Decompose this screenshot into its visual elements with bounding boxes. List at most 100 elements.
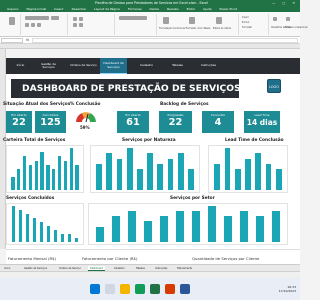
backlog-progressao: Progressão 22	[159, 111, 192, 133]
menu-revisao[interactable]: Revisão	[167, 7, 179, 11]
cell-styles-label: Estilos de Célula	[213, 27, 232, 30]
cond-format-label: Formatação Condicional	[159, 27, 186, 30]
nav-dashboard[interactable]: Dashboard de Serviços	[100, 58, 127, 74]
chart-bar	[111, 216, 121, 242]
chart-bar	[11, 206, 16, 242]
find-select-icon[interactable]	[286, 17, 290, 21]
underline-icon[interactable]	[37, 23, 41, 27]
search-icon[interactable]	[105, 284, 115, 294]
menu-inserir[interactable]: Inserir	[54, 7, 64, 11]
nav-ordens-servico[interactable]: Ordens de Serviço	[70, 58, 97, 74]
chart-bar	[276, 169, 282, 190]
find-select-label: Localizar e Selecionar	[284, 26, 308, 29]
menu-exibir[interactable]: Exibir	[187, 7, 195, 11]
chart-bar	[32, 218, 37, 242]
sort-filter-icon[interactable]	[273, 17, 277, 21]
align-middle-icon[interactable]	[79, 17, 83, 21]
chart-bar	[116, 158, 123, 190]
cells-group: Inserir Excluir Formatar	[241, 14, 269, 35]
nav-inicio-label: Início	[16, 63, 25, 68]
nav-cadastro[interactable]: Cadastro	[133, 58, 160, 74]
menu-desenhar[interactable]: Desenhar	[72, 7, 86, 11]
backlog-concluido-value: 4	[214, 117, 222, 128]
chart-bar	[137, 169, 143, 190]
chart-bar	[46, 226, 51, 242]
menu-layout[interactable]: Layout da Página	[94, 7, 120, 11]
formula-bar: fx	[0, 37, 300, 44]
windows-start-icon[interactable]	[90, 284, 100, 294]
chart-bar	[159, 216, 169, 242]
paste-icon[interactable]	[9, 17, 15, 25]
chart-bar	[25, 214, 30, 242]
situacao-title: Situação Atual dos Serviços	[3, 102, 71, 107]
chart-bar	[239, 211, 249, 242]
italic-icon[interactable]	[31, 23, 35, 27]
format-table-icon[interactable]	[189, 17, 195, 24]
chart-bar	[265, 163, 272, 190]
cell-styles-icon[interactable]	[216, 17, 222, 24]
conclusao-title: % Conclusão	[70, 102, 101, 107]
powerpoint-icon[interactable]	[165, 284, 175, 294]
menu-formulas[interactable]: Fórmulas	[128, 7, 142, 11]
chart-bar	[74, 238, 79, 242]
file-explorer-icon[interactable]	[120, 284, 130, 294]
word-icon[interactable]	[180, 284, 190, 294]
format-cells-label[interactable]: Formatar	[242, 26, 252, 35]
chart-bar	[157, 163, 164, 190]
menu-pagina-inicial[interactable]: Página Inicial	[26, 7, 46, 11]
menu-dados[interactable]: Dados	[150, 7, 159, 11]
carteira-title: Carteira Total de Serviços	[3, 138, 66, 143]
menu-ajuda[interactable]: Ajuda	[203, 7, 212, 11]
chart-bar	[11, 177, 15, 190]
name-box[interactable]	[1, 38, 23, 43]
align-top-icon[interactable]	[73, 17, 77, 21]
font-select[interactable]	[25, 16, 49, 20]
chart-bar	[39, 222, 44, 242]
nav-instrucoes[interactable]: Instruções	[195, 58, 222, 74]
format-table-label: Formatar como Tabela	[186, 27, 211, 30]
align-left-icon[interactable]	[73, 23, 77, 27]
fx-icon[interactable]: fx	[26, 37, 29, 44]
chart-bar	[147, 153, 153, 190]
nav-ordens-label: Ordens de Serviço	[70, 63, 97, 68]
column-headers[interactable]	[0, 44, 300, 49]
number-group	[117, 14, 157, 35]
chart-bar	[60, 234, 65, 242]
chart-bar	[40, 152, 44, 190]
menu-power-pivot[interactable]: Power Pivot	[220, 7, 237, 11]
chart-bar	[223, 216, 233, 242]
nav-tabelas[interactable]: Tabelas	[164, 58, 191, 74]
menu-arquivo[interactable]: Arquivo	[7, 7, 18, 11]
chart-bar	[28, 164, 33, 190]
bold-icon[interactable]	[25, 23, 29, 27]
chart-bar	[67, 234, 72, 242]
card-concluidos-value: 125	[40, 117, 61, 128]
formula-input[interactable]	[32, 38, 298, 43]
align-center-icon[interactable]	[79, 23, 83, 27]
bottom-kpi-bar: Faturamento Mensal (R$) Faturamento por …	[6, 249, 300, 264]
backlog-lead-time: Lead Time 14 dias	[244, 111, 280, 133]
clock-date: 17/10/2023	[278, 289, 296, 293]
sheet-tabs: Início Gestão de Serviços Ordens de Serv…	[0, 264, 300, 271]
chart-bar	[57, 156, 62, 190]
conclusao-value: 59%	[80, 125, 90, 130]
nav-gestao-servicos[interactable]: Gestão de Serviços	[35, 58, 62, 74]
backlog-title: Backlog de Serviços	[160, 102, 209, 107]
chart-bar	[207, 206, 217, 242]
nav-cadastro-label: Cadastro	[140, 63, 153, 68]
conclusao-gauge	[76, 112, 96, 124]
nav-inicio[interactable]: Início	[7, 58, 34, 74]
chart-bar	[127, 211, 137, 242]
excel-icon[interactable]	[150, 284, 160, 294]
chrome-icon[interactable]	[135, 284, 145, 294]
chart-bar	[63, 160, 68, 190]
chart-bar	[255, 216, 265, 242]
nav-dashboard-label: Dashboard de Serviços	[103, 61, 124, 69]
chart-bar	[34, 160, 38, 190]
font-size-select[interactable]	[51, 16, 59, 20]
status-bar	[0, 271, 300, 278]
number-format-select[interactable]	[119, 16, 147, 20]
chart-bar	[191, 211, 201, 242]
ribbon: Formatação Condicional Formatar como Tab…	[0, 12, 308, 37]
conditional-format-icon[interactable]	[163, 17, 169, 24]
